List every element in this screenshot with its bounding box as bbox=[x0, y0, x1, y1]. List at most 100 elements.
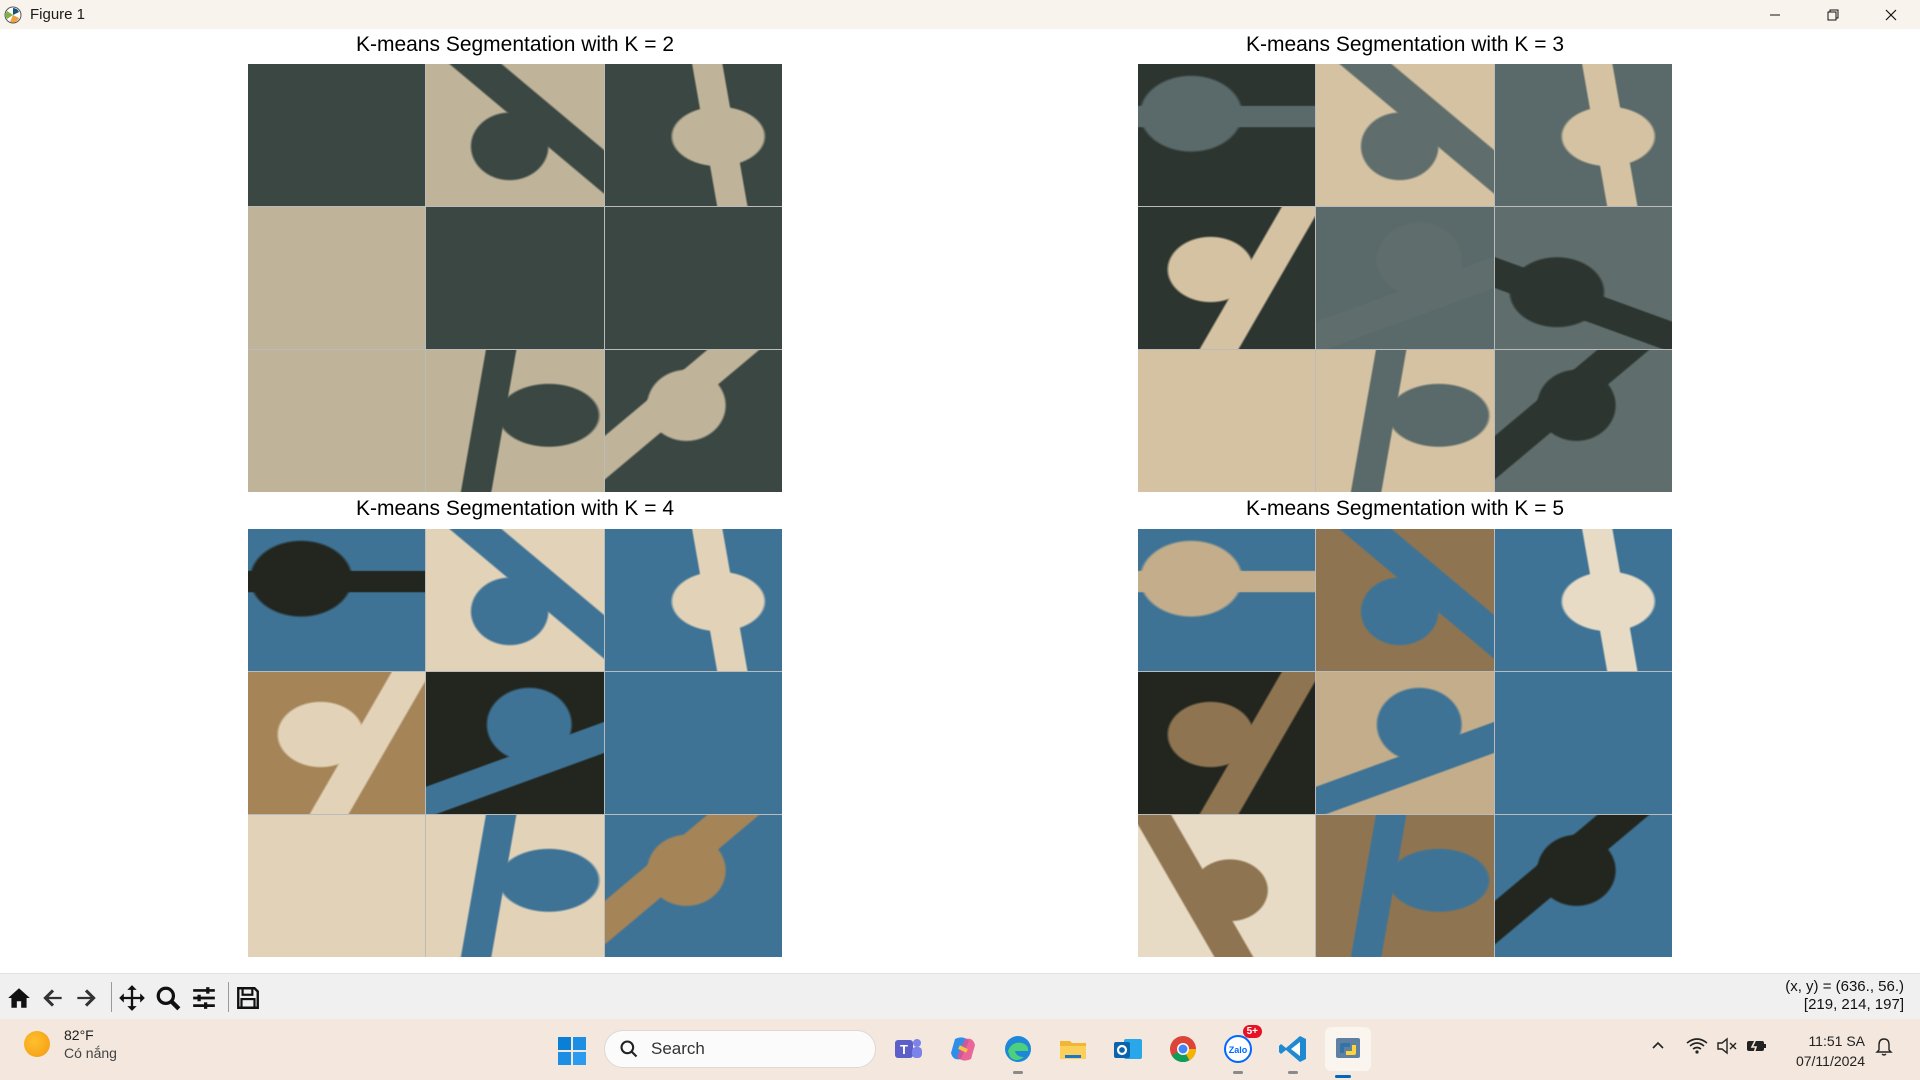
home-button[interactable] bbox=[3, 982, 35, 1014]
window-titlebar: Figure 1 bbox=[0, 0, 1920, 29]
file-explorer-icon bbox=[1060, 1041, 1086, 1059]
coords-xy: (x, y) = (636., 56.) bbox=[1785, 978, 1904, 995]
battery-charging-icon bbox=[1747, 1038, 1766, 1054]
taskbar-app-edge[interactable] bbox=[1000, 1031, 1036, 1074]
segmented-image-tile bbox=[248, 207, 426, 349]
figure-canvas[interactable]: K-means Segmentation with K = 2 K-means … bbox=[0, 29, 1920, 973]
taskbar-app-zalo[interactable]: Zalo 5+ bbox=[1220, 1025, 1262, 1074]
segmented-image-tile bbox=[426, 350, 604, 492]
segmented-image-tile bbox=[1494, 207, 1672, 349]
segmented-image-tile bbox=[1316, 672, 1494, 814]
back-button[interactable] bbox=[37, 982, 69, 1014]
svg-text:T: T bbox=[900, 1042, 908, 1057]
segmented-image-tile bbox=[1138, 672, 1316, 814]
segmented-image-tile bbox=[604, 529, 782, 671]
edge-icon bbox=[1005, 1036, 1031, 1062]
subplot-image-k5[interactable] bbox=[1138, 529, 1672, 957]
coords-pixel-value: [219, 214, 197] bbox=[1803, 996, 1904, 1013]
segmented-image-tile bbox=[604, 672, 782, 814]
subplot-title-k2: K-means Segmentation with K = 2 bbox=[355, 33, 675, 56]
minimize-icon bbox=[1770, 14, 1780, 15]
chrome-icon bbox=[1170, 1036, 1197, 1063]
segmented-image-tile bbox=[1316, 207, 1494, 349]
show-hidden-icons-button[interactable] bbox=[1650, 1037, 1666, 1053]
segmented-image-tile bbox=[248, 64, 426, 206]
weather-condition: Có nắng bbox=[64, 1045, 117, 1061]
taskbar-app-copilot[interactable] bbox=[945, 1031, 981, 1067]
copilot-icon bbox=[951, 1037, 975, 1061]
forward-icon bbox=[77, 989, 96, 1007]
outlook-icon bbox=[1114, 1039, 1142, 1059]
save-button[interactable] bbox=[232, 982, 264, 1014]
segmented-image-tile bbox=[604, 64, 782, 206]
segmented-image-tile bbox=[1494, 815, 1672, 957]
subplot-image-k4[interactable] bbox=[248, 529, 782, 957]
taskbar-app-file-explorer[interactable] bbox=[1055, 1031, 1091, 1067]
matplotlib-app-icon bbox=[4, 6, 22, 23]
subplot-image-k3[interactable] bbox=[1138, 64, 1672, 492]
segmented-image-tile bbox=[426, 529, 604, 671]
configure-subplots-icon bbox=[193, 987, 215, 1009]
subplot-title-k3: K-means Segmentation with K = 3 bbox=[1245, 33, 1565, 56]
running-indicator bbox=[1233, 1071, 1243, 1074]
segmented-image-tile bbox=[248, 350, 426, 492]
zoom-icon bbox=[156, 986, 181, 1011]
battery-status[interactable] bbox=[1746, 1037, 1768, 1055]
python-icon bbox=[1336, 1038, 1360, 1058]
segmented-image-tile bbox=[1316, 350, 1494, 492]
search-icon bbox=[620, 1040, 638, 1058]
clock-time: 11:51 SA bbox=[1808, 1033, 1865, 1049]
segmented-image-tile bbox=[1138, 350, 1316, 492]
restore-button[interactable] bbox=[1804, 0, 1862, 29]
active-indicator bbox=[1335, 1075, 1351, 1078]
segmented-image-tile bbox=[426, 815, 604, 957]
svg-text:Zalo: Zalo bbox=[1229, 1045, 1248, 1055]
segmented-image-tile bbox=[426, 672, 604, 814]
window-title: Figure 1 bbox=[30, 6, 86, 23]
volume-status[interactable] bbox=[1716, 1037, 1738, 1055]
minimize-button[interactable] bbox=[1746, 0, 1804, 29]
segmented-image-tile bbox=[1494, 350, 1672, 492]
segmented-image-tile bbox=[1494, 64, 1672, 206]
close-button[interactable] bbox=[1862, 0, 1920, 29]
subplot-image-k2[interactable] bbox=[248, 64, 782, 492]
vscode-icon bbox=[1279, 1036, 1306, 1062]
taskbar-search-box[interactable]: Search bbox=[604, 1030, 876, 1068]
weather-widget[interactable]: 82°F Có nắng bbox=[24, 1027, 117, 1061]
segmented-image-tile bbox=[1494, 529, 1672, 671]
segmented-image-tile bbox=[248, 529, 426, 671]
taskbar-app-teams[interactable]: T bbox=[890, 1031, 926, 1067]
segmented-image-tile bbox=[1138, 207, 1316, 349]
notifications-button[interactable] bbox=[1875, 1037, 1893, 1057]
save-icon bbox=[237, 987, 259, 1009]
zoom-button[interactable] bbox=[152, 982, 184, 1014]
teams-icon: T bbox=[895, 1039, 922, 1058]
segmented-image-tile bbox=[604, 815, 782, 957]
sun-icon bbox=[24, 1031, 50, 1057]
volume-muted-icon bbox=[1717, 1037, 1737, 1055]
configure-subplots-button[interactable] bbox=[188, 982, 220, 1014]
bell-icon bbox=[1875, 1038, 1893, 1056]
close-icon bbox=[1885, 9, 1897, 20]
windows-start-icon bbox=[558, 1037, 586, 1065]
segmented-image-tile bbox=[1138, 64, 1316, 206]
taskbar: 82°F Có nắng Search T Zalo 5+ 11:51 SA 0… bbox=[0, 1019, 1920, 1080]
back-icon bbox=[43, 989, 62, 1007]
segmented-image-tile bbox=[1316, 815, 1494, 957]
segmented-image-tile bbox=[1494, 672, 1672, 814]
weather-temperature: 82°F bbox=[64, 1027, 94, 1043]
pan-button[interactable] bbox=[116, 982, 148, 1014]
taskbar-app-vscode[interactable] bbox=[1275, 1031, 1311, 1074]
taskbar-app-outlook[interactable] bbox=[1110, 1031, 1146, 1067]
segmented-image-tile bbox=[1138, 529, 1316, 671]
start-button[interactable] bbox=[557, 1036, 587, 1066]
segmented-image-tile bbox=[1316, 529, 1494, 671]
running-indicator bbox=[1013, 1071, 1023, 1074]
forward-button[interactable] bbox=[70, 982, 102, 1014]
taskbar-app-chrome[interactable] bbox=[1165, 1031, 1201, 1067]
taskbar-clock[interactable]: 11:51 SA 07/11/2024 bbox=[1796, 1031, 1865, 1071]
network-status[interactable] bbox=[1686, 1037, 1708, 1055]
taskbar-app-python[interactable] bbox=[1325, 1027, 1371, 1078]
running-indicator bbox=[1288, 1071, 1298, 1074]
zalo-notification-badge: 5+ bbox=[1242, 1025, 1262, 1038]
